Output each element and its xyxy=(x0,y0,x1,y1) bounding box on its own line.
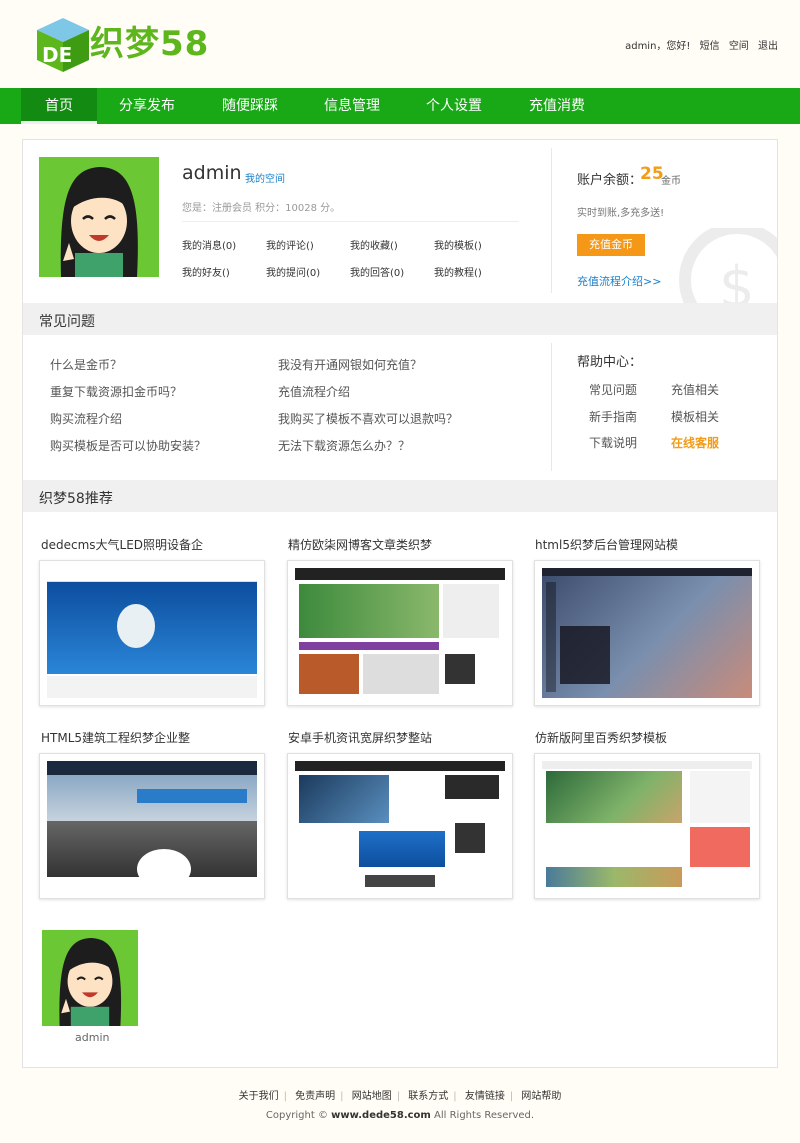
faq-item[interactable]: 我购买了模板不喜欢可以退款吗？ xyxy=(278,410,458,427)
recommend-item-title[interactable]: dedecms大气LED照明设备企 xyxy=(41,536,203,553)
site-header: DE 织梦58 admin，您好! 短信 空间 退出 xyxy=(0,0,800,88)
help-link-guide[interactable]: 新手指南 xyxy=(589,408,637,425)
help-link-faq[interactable]: 常见问题 xyxy=(589,381,637,398)
footer-separator: | xyxy=(283,1091,287,1102)
link-my-tutorials[interactable]: 我的教程() xyxy=(434,264,482,279)
recharge-flow-link[interactable]: 充值流程介绍>> xyxy=(577,273,661,289)
bottom-user-avatar[interactable] xyxy=(42,930,138,1026)
greeting-text: admin，您好! xyxy=(625,41,691,52)
footer-link-friends[interactable]: 友情链接 xyxy=(465,1091,505,1102)
help-link-download[interactable]: 下载说明 xyxy=(589,434,637,451)
recharge-tip: 实时到账,多充多送! xyxy=(577,208,665,219)
link-my-messages[interactable]: 我的消息(0) xyxy=(182,237,236,252)
help-link-recharge[interactable]: 充值相关 xyxy=(671,381,719,398)
link-my-questions[interactable]: 我的提问(0) xyxy=(266,264,320,279)
recommend-item-title[interactable]: HTML5建筑工程织梦企业整 xyxy=(41,729,190,746)
recommend-item-title[interactable]: 安卓手机资讯宽屏织梦整站 xyxy=(288,729,432,746)
recommend-thumb[interactable] xyxy=(39,753,265,899)
nav-item-recharge[interactable]: 充值消费 xyxy=(517,88,597,124)
nav-item-info-manage[interactable]: 信息管理 xyxy=(312,88,392,124)
footer-link-about[interactable]: 关于我们 xyxy=(239,1091,279,1102)
account-separator xyxy=(551,148,552,293)
footer-link-sitemap[interactable]: 网站地图 xyxy=(352,1091,392,1102)
faq-item[interactable]: 重复下载资源扣金币吗？ xyxy=(50,383,182,400)
link-my-templates[interactable]: 我的模板() xyxy=(434,237,482,252)
main-nav: 首页 分享发布 随便踩踩 信息管理 个人设置 充值消费 xyxy=(0,88,800,124)
footer-links: 关于我们 | 免责声明 | 网站地图 | 联系方式 | 友情链接 | 网站帮助 xyxy=(0,1087,800,1102)
footer-link-help[interactable]: 网站帮助 xyxy=(521,1091,561,1102)
recommend-item-title[interactable]: 仿新版阿里百秀织梦模板 xyxy=(535,729,667,746)
logo-cube-icon: DE xyxy=(37,18,89,72)
recommend-thumb[interactable] xyxy=(287,753,513,899)
link-my-favorites[interactable]: 我的收藏() xyxy=(350,237,398,252)
faq-item[interactable]: 购买模板是否可以协助安装？ xyxy=(50,437,206,454)
top-user-links: admin，您好! 短信 空间 退出 xyxy=(619,37,778,52)
recommend-thumb[interactable] xyxy=(534,753,760,899)
bottom-user-name[interactable]: admin xyxy=(75,1031,109,1044)
faq-item[interactable]: 充值流程介绍 xyxy=(278,383,350,400)
nav-item-personal-settings[interactable]: 个人设置 xyxy=(414,88,494,124)
user-divider xyxy=(182,221,519,222)
copyright-prefix: Copyright © xyxy=(265,1110,328,1121)
avatar-girl-icon xyxy=(42,930,138,1026)
help-link-templates[interactable]: 模板相关 xyxy=(671,408,719,425)
copyright-suffix: All Rights Reserved. xyxy=(434,1110,535,1121)
link-my-friends[interactable]: 我的好友() xyxy=(182,264,230,279)
recommend-section-title: 织梦58推荐 xyxy=(39,491,113,507)
faq-section-bar: 常见问题 xyxy=(23,303,777,335)
footer-separator: | xyxy=(340,1091,344,1102)
footer-separator: | xyxy=(396,1091,401,1102)
svg-text:DE: DE xyxy=(42,43,72,67)
faq-section-title: 常见问题 xyxy=(39,314,95,330)
help-link-online-service[interactable]: 在线客服 xyxy=(671,434,719,451)
recommend-thumb[interactable] xyxy=(39,560,265,706)
recommend-section-bar: 织梦58推荐 xyxy=(23,480,777,512)
nav-item-home[interactable]: 首页 xyxy=(21,88,97,124)
user-meta: 您是：注册会员 积分：10028 分。 xyxy=(182,203,341,214)
footer-separator: | xyxy=(453,1091,457,1102)
recommend-item-title[interactable]: html5织梦后台管理网站模 xyxy=(535,536,678,553)
avatar-girl-icon xyxy=(39,157,159,277)
link-space[interactable]: 空间 xyxy=(729,41,749,52)
recommend-thumb[interactable] xyxy=(534,560,760,706)
link-my-answers[interactable]: 我的回答(0) xyxy=(350,264,404,279)
copyright: Copyright © www.dede58.com All Rights Re… xyxy=(0,1110,800,1121)
help-center-title: 帮助中心： xyxy=(577,355,643,370)
faq-item[interactable]: 购买流程介绍 xyxy=(50,410,122,427)
nav-item-share[interactable]: 分享发布 xyxy=(107,88,187,124)
logo-text: 织梦58 xyxy=(90,24,210,64)
user-name: admin xyxy=(182,162,242,184)
link-messages[interactable]: 短信 xyxy=(700,41,720,52)
coin-watermark-icon: $ xyxy=(667,228,777,314)
my-space-link[interactable]: 我的空间 xyxy=(245,170,285,185)
recommend-item-title[interactable]: 精仿欧柒网博客文章类织梦 xyxy=(288,536,432,553)
nav-item-browse[interactable]: 随便踩踩 xyxy=(210,88,290,124)
footer-link-contact[interactable]: 联系方式 xyxy=(408,1091,448,1102)
recommend-thumb[interactable] xyxy=(287,560,513,706)
recharge-button[interactable]: 充值金币 xyxy=(577,234,645,256)
copyright-site[interactable]: www.dede58.com xyxy=(331,1110,431,1121)
faq-item[interactable]: 什么是金币？ xyxy=(50,356,122,373)
footer-separator: | xyxy=(509,1091,514,1102)
link-logout[interactable]: 退出 xyxy=(758,41,778,52)
user-avatar[interactable] xyxy=(39,157,159,277)
member-panel: admin 我的空间 您是：注册会员 积分：10028 分。 我的消息(0) 我… xyxy=(22,139,778,1068)
faq-item[interactable]: 我没有开通网银如何充值？ xyxy=(278,356,422,373)
balance-label: 账户余额： xyxy=(577,173,643,188)
help-separator xyxy=(551,343,552,471)
link-my-comments[interactable]: 我的评论() xyxy=(266,237,314,252)
footer-link-disclaimer[interactable]: 免责声明 xyxy=(295,1091,335,1102)
balance-unit: 金币 xyxy=(661,176,681,187)
faq-item[interactable]: 无法下载资源怎么办？？ xyxy=(278,437,410,454)
